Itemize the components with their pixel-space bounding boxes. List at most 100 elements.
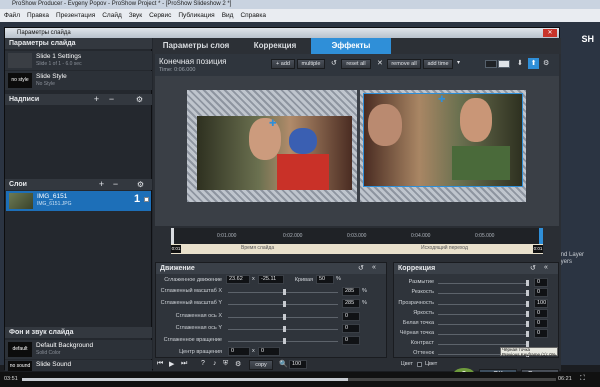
scale-y-field[interactable]: 285 — [342, 299, 360, 308]
remove-caption-icon[interactable]: − — [107, 95, 116, 104]
blur-slider[interactable] — [438, 283, 528, 284]
brightness-slider[interactable] — [438, 314, 528, 315]
blur-knob[interactable] — [526, 280, 529, 286]
menu-item-audio[interactable]: Звук — [129, 12, 142, 19]
rotation-center-y-field[interactable]: 0 — [258, 347, 280, 356]
menu-item-show[interactable]: Презентация — [56, 12, 95, 19]
tilt-x-field[interactable]: 0 — [342, 312, 360, 321]
zoom-field[interactable]: 100 — [289, 360, 307, 369]
fullscreen-icon[interactable]: ⛶ — [580, 375, 585, 383]
remove-layer-icon[interactable]: − — [111, 180, 120, 189]
menu-item-file[interactable]: Файл — [4, 12, 20, 19]
scale-x-field[interactable]: 285 — [342, 287, 360, 296]
zoom-icon[interactable]: 🔍 — [279, 360, 288, 368]
opacity-knob[interactable] — [526, 301, 529, 307]
pan-x-field[interactable]: 23.62 — [226, 275, 250, 284]
opacity-field[interactable]: 100 — [534, 299, 548, 308]
tilt-y-field[interactable]: 0 — [342, 324, 360, 333]
background-row[interactable]: default Default Background Solid Color — [5, 340, 152, 359]
color-checkbox[interactable] — [417, 362, 422, 367]
curve-field[interactable]: 50 — [316, 275, 334, 284]
outgoing-label: Исходящий переход — [421, 245, 468, 251]
remove-all-button[interactable]: remove all — [387, 59, 421, 69]
tilt-x-knob[interactable] — [283, 314, 286, 320]
contrast-slider[interactable] — [438, 344, 528, 345]
shield-icon[interactable]: ⛨ — [223, 360, 228, 368]
add-layer-icon[interactable]: + — [97, 180, 106, 189]
add-caption-icon[interactable]: + — [92, 95, 101, 104]
add-keyframe-button[interactable]: + add — [271, 59, 295, 69]
timeline[interactable]: 0:01.000 0:02.000 0:03.000 0:04.000 0:05… — [171, 228, 543, 258]
pan-y-field[interactable]: -25.11 — [258, 275, 284, 284]
gear-icon[interactable]: ⚙ — [235, 360, 241, 368]
menu-item-edit[interactable]: Правка — [27, 12, 49, 19]
tilt-y-knob[interactable] — [283, 326, 286, 332]
tab-layer-settings[interactable]: Параметры слоя — [153, 38, 239, 54]
scale-x-knob[interactable] — [283, 289, 286, 295]
menu-item-tools[interactable]: Сервис — [149, 12, 171, 19]
keyframe-start-preview[interactable]: ✚ — [187, 90, 357, 202]
tab-effects[interactable]: Эффекты — [311, 38, 391, 54]
multiple-button[interactable]: multiple — [297, 59, 325, 69]
black-point-label: Чёрная точка — [399, 330, 434, 336]
rotation-center-x-field[interactable]: 0 — [228, 347, 250, 356]
help-icon[interactable]: ? — [201, 360, 205, 367]
correction-reset-icon[interactable]: ↺ — [530, 264, 536, 272]
layer-visible-checkbox[interactable] — [144, 197, 149, 202]
sharpen-slider[interactable] — [438, 293, 528, 294]
view-single-icon[interactable] — [485, 60, 497, 68]
collapse-icon[interactable]: « — [372, 264, 376, 271]
close-icon[interactable]: ✕ — [543, 29, 557, 37]
settings-icon[interactable]: ⚙ — [543, 59, 549, 67]
scale-y-knob[interactable] — [283, 301, 286, 307]
copy-button[interactable]: copy — [249, 360, 273, 370]
slide-settings-row[interactable]: Slide 1 Settings Slide 1 of 1 - 6.0 sec — [5, 51, 152, 70]
menu-item-view[interactable]: Вид — [222, 12, 234, 19]
add-time-button[interactable]: add time — [423, 59, 453, 69]
correction-collapse-icon[interactable]: « — [544, 264, 548, 271]
reset-all-button[interactable]: reset all — [341, 59, 371, 69]
brightness-field[interactable]: 0 — [534, 309, 548, 318]
view-split-icon[interactable] — [498, 60, 510, 68]
tab-correction[interactable]: Коррекция — [239, 38, 311, 54]
sound-row[interactable]: no sound Slide Sound — [5, 360, 152, 371]
keyframe-2-marker[interactable] — [539, 228, 543, 244]
white-point-field[interactable]: 0 — [534, 319, 548, 328]
keyframe-1-marker[interactable] — [171, 228, 174, 244]
skip-back-icon[interactable]: ⏮ — [157, 360, 163, 368]
caption-settings-gear-icon[interactable]: ⚙ — [135, 95, 144, 104]
color-label: Цвет — [400, 361, 413, 367]
arrow-up-active-icon[interactable]: ⬆ — [528, 58, 539, 69]
menu-item-slide[interactable]: Слайд — [102, 12, 122, 19]
play-icon[interactable]: ▶ — [169, 360, 174, 368]
rotation-field[interactable]: 0 — [342, 336, 360, 345]
opacity-slider[interactable] — [438, 304, 528, 305]
menu-item-help[interactable]: Справка — [240, 12, 266, 19]
blur-field[interactable]: 0 — [534, 278, 548, 287]
sharpen-field[interactable]: 0 — [534, 288, 548, 297]
rotation-knob[interactable] — [283, 338, 286, 344]
keyframe-end-preview[interactable]: ✚ — [360, 90, 526, 202]
layer-row-selected[interactable]: IMG_6151 IMG_6151.JPG 1 — [6, 191, 151, 211]
sound-icon[interactable]: ♪ — [213, 360, 217, 367]
skip-forward-icon[interactable]: ⏭ — [181, 360, 187, 368]
player-progress-track[interactable] — [22, 378, 556, 381]
white-point-slider[interactable] — [438, 324, 528, 325]
arrow-down-icon[interactable]: ⬇ — [517, 59, 523, 67]
player-progress-fill — [22, 378, 348, 381]
background-sub: Solid Color — [36, 350, 61, 356]
reset-icon[interactable]: ↺ — [331, 59, 337, 67]
player-bar: 03:51 06:21 ⛶ — [0, 372, 600, 387]
black-point-slider[interactable] — [438, 334, 528, 335]
movement-reset-icon[interactable]: ↺ — [358, 264, 364, 272]
layer-settings-gear-icon[interactable]: ⚙ — [136, 180, 145, 189]
slide-style-row[interactable]: no style Slide Style No Style — [5, 71, 152, 90]
dropdown-icon[interactable]: ▾ — [457, 59, 460, 66]
white-point-knob[interactable] — [526, 321, 529, 327]
remove-icon[interactable]: ✕ — [377, 59, 383, 67]
sharpen-knob[interactable] — [526, 290, 529, 296]
black-point-knob[interactable] — [526, 331, 529, 337]
menu-item-publish[interactable]: Публикация — [178, 12, 214, 19]
brightness-knob[interactable] — [526, 311, 529, 317]
black-point-field[interactable]: 0 — [534, 329, 548, 338]
